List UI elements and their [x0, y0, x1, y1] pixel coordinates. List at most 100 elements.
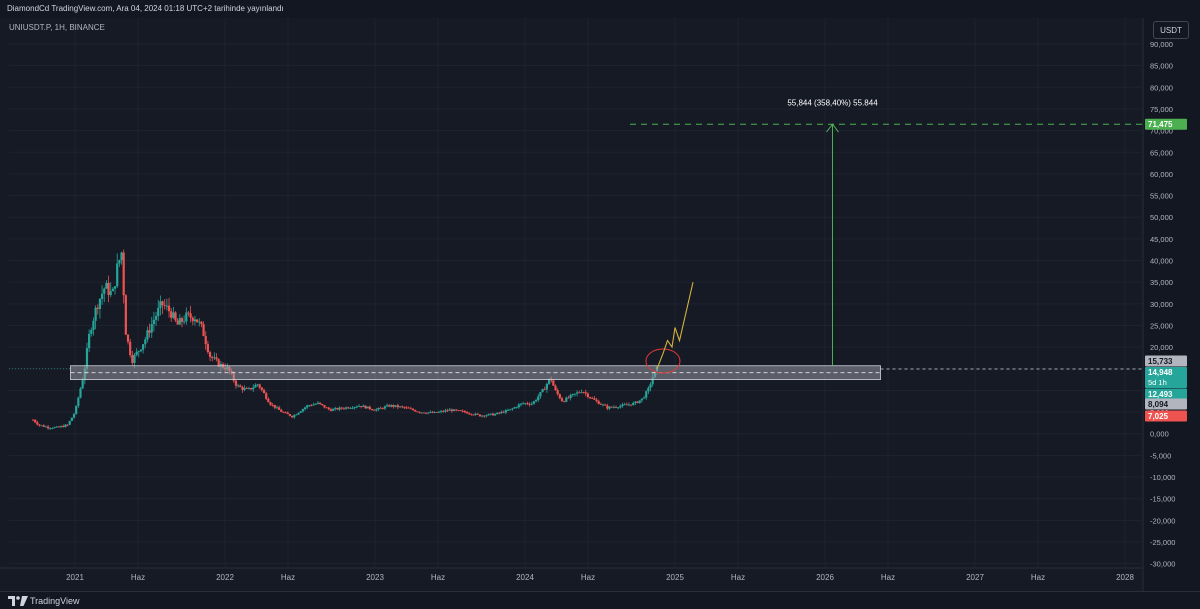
candle-body	[64, 424, 67, 428]
candle-body	[632, 402, 635, 406]
candle-body	[187, 312, 190, 314]
x-tick-label: Haz	[731, 573, 745, 582]
candle-body	[619, 405, 622, 408]
candle-body	[468, 413, 471, 415]
candle-body	[249, 388, 253, 390]
candle-body	[580, 392, 583, 394]
candle-body	[92, 320, 95, 330]
candle-body	[278, 407, 281, 410]
candle-body	[137, 351, 140, 352]
candle-body	[524, 403, 527, 405]
candle-body	[424, 413, 428, 414]
candle-body	[70, 417, 73, 421]
candle-body	[265, 393, 268, 399]
candle-body	[392, 405, 395, 407]
candle-body	[368, 406, 371, 410]
candle-body	[459, 410, 462, 412]
candle-body	[325, 407, 328, 409]
candle-body	[455, 409, 458, 411]
candle-body	[252, 387, 255, 390]
bar-countdown-label: 5d 1h	[1148, 378, 1167, 387]
candle-body	[247, 388, 251, 389]
candle-body	[390, 405, 393, 407]
candle-body	[200, 321, 203, 325]
candle-body	[165, 305, 168, 307]
y-tick-label: 75,000	[1150, 105, 1173, 114]
candle-body	[489, 413, 492, 415]
x-tick-label: Haz	[581, 573, 595, 582]
candle-body	[442, 411, 445, 412]
y-tick-label: 20,000	[1150, 343, 1173, 352]
candle-body	[213, 357, 216, 359]
candle-body	[640, 398, 643, 401]
candle-body	[36, 422, 39, 425]
candle-body	[42, 425, 45, 427]
candle-body	[500, 411, 503, 413]
candle-body	[593, 398, 596, 400]
candle-body	[191, 317, 194, 322]
candle-body	[297, 412, 300, 415]
candle-body	[116, 263, 119, 287]
candle-body	[517, 404, 520, 408]
candle-body	[534, 400, 538, 402]
candle-body	[435, 412, 438, 413]
x-tick-label: 2025	[666, 573, 684, 582]
candle-body	[461, 410, 464, 412]
candle-body	[444, 410, 447, 412]
candle-body	[180, 318, 184, 322]
price-label-text: 7,025	[1148, 412, 1169, 421]
candle-body	[556, 390, 559, 395]
candle-body	[416, 411, 419, 413]
candle-body	[260, 387, 263, 390]
candle-body	[122, 252, 125, 296]
candle-body	[40, 425, 43, 427]
candle-body	[154, 316, 158, 320]
candle-body	[506, 410, 510, 411]
candle-body	[379, 407, 382, 409]
candle-body	[284, 412, 287, 414]
x-tick-label: Haz	[431, 573, 445, 582]
y-tick-label: 30,000	[1150, 300, 1173, 309]
candle-body	[465, 412, 469, 414]
candle-body	[595, 399, 598, 402]
candle-body	[237, 385, 240, 387]
candle-body	[483, 415, 486, 417]
y-tick-label: 65,000	[1150, 148, 1173, 157]
candle-body	[109, 291, 112, 296]
currency-button[interactable]: USDT	[1153, 21, 1189, 39]
footer-bar: TradingView	[0, 591, 1200, 609]
candle-body	[383, 406, 387, 409]
candle-body	[629, 404, 633, 406]
price-chart[interactable]: -30,000 -25,000 -20,000 -15,000 -10,000 -5,00…	[0, 0, 1200, 609]
candle-body	[206, 344, 209, 353]
candle-body	[211, 356, 214, 358]
x-tick-label: 2024	[516, 573, 534, 582]
symbol-label: UNIUSDT.P, 1H, BINANCE	[9, 23, 105, 32]
candle-body	[293, 415, 296, 418]
candle-body	[273, 404, 276, 408]
tradingview-logo-icon[interactable]	[8, 596, 28, 606]
candle-body	[34, 419, 37, 423]
candle-body	[386, 405, 389, 407]
y-tick-label: -5,000	[1150, 451, 1171, 460]
candle-body	[401, 406, 404, 408]
candle-body	[429, 411, 432, 413]
candle-body	[636, 401, 639, 403]
candle-body	[100, 293, 104, 299]
candle-body	[312, 404, 315, 406]
candle-body	[526, 403, 529, 405]
candle-body	[498, 412, 501, 414]
candle-body	[288, 414, 292, 416]
candle-body	[418, 411, 421, 413]
candle-body	[584, 392, 587, 394]
candle-body	[329, 409, 333, 411]
candle-body	[645, 391, 648, 398]
candle-body	[403, 406, 406, 408]
candle-body	[336, 408, 339, 410]
candle-body	[362, 405, 365, 407]
candle-body	[275, 407, 279, 409]
measure-annotation: 55,844 (358,40%) 55.844	[787, 98, 878, 107]
candle-body	[487, 414, 490, 416]
candle-body	[144, 339, 147, 345]
candle-body	[625, 404, 628, 406]
